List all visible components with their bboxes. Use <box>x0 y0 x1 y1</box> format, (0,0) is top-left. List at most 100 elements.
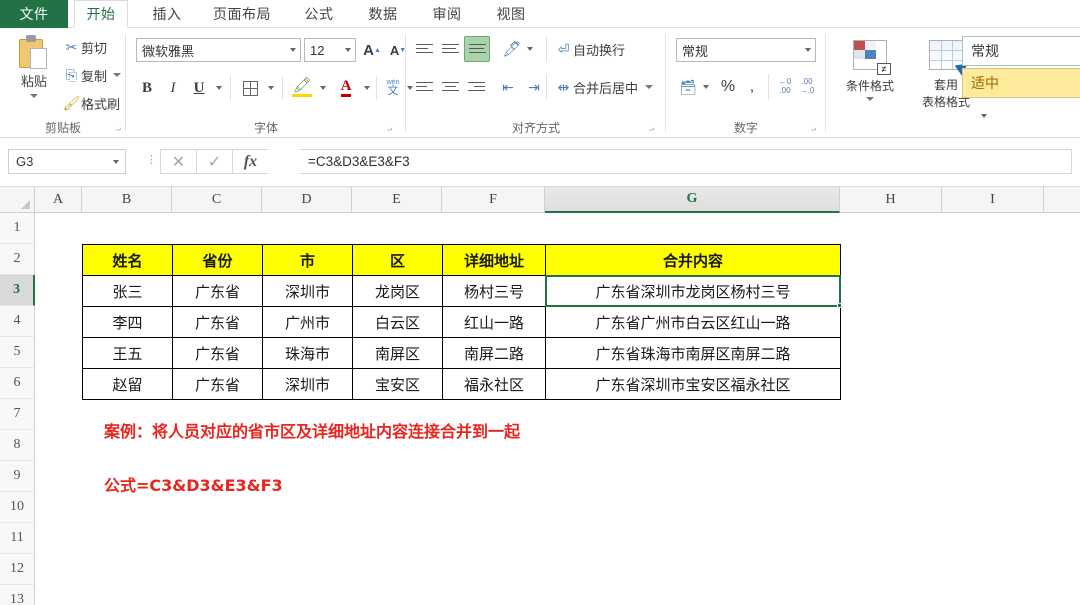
cell-E3[interactable]: 龙岗区 <box>352 275 443 307</box>
underline-button[interactable]: U <box>188 76 210 100</box>
tab-home[interactable]: 开始 <box>74 0 128 28</box>
cell-E5[interactable]: 南屏区 <box>352 337 443 369</box>
tab-data[interactable]: 数据 <box>356 0 410 28</box>
table-header-cell[interactable]: 区 <box>352 244 443 276</box>
row-header-2[interactable]: 2 <box>0 244 35 275</box>
bold-button[interactable]: B <box>136 76 158 100</box>
underline-dropdown-icon[interactable] <box>212 76 226 100</box>
col-header-H[interactable]: H <box>840 187 942 213</box>
cell-B6[interactable]: 赵留 <box>82 368 173 400</box>
cell-D3[interactable]: 深圳市 <box>262 275 353 307</box>
cell-style-normal[interactable]: 常规 <box>962 36 1080 66</box>
cell-F6[interactable]: 福永社区 <box>442 368 546 400</box>
align-center-button[interactable] <box>438 76 462 98</box>
paste-dropdown-arrow-icon[interactable] <box>30 94 38 98</box>
format-as-table-dropdown-icon[interactable] <box>978 106 990 126</box>
font-name-dropdown-icon[interactable] <box>286 48 300 52</box>
name-box[interactable]: G3 <box>8 149 126 174</box>
select-all-button[interactable] <box>0 187 35 213</box>
table-header-cell[interactable]: 省份 <box>172 244 263 276</box>
insert-function-button[interactable]: fx <box>232 149 268 174</box>
decrease-decimal-button[interactable]: .00 →.0 <box>796 74 818 100</box>
row-header-4[interactable]: 4 <box>0 306 35 337</box>
align-top-button[interactable] <box>412 38 436 60</box>
clipboard-dialog-launcher[interactable] <box>112 125 121 134</box>
fill-color-button[interactable]: 🖍 <box>290 76 314 100</box>
table-header-cell[interactable]: 合并内容 <box>545 244 841 276</box>
cell-B5[interactable]: 王五 <box>82 337 173 369</box>
row-header-3[interactable]: 3 <box>0 275 35 306</box>
row-header-12[interactable]: 12 <box>0 554 35 585</box>
conditional-formatting-dropdown-arrow-icon[interactable] <box>866 97 874 101</box>
cell-F4[interactable]: 红山一路 <box>442 306 546 338</box>
number-format-select[interactable]: 常规 <box>676 38 816 62</box>
row-header-5[interactable]: 5 <box>0 337 35 368</box>
col-header-A[interactable]: A <box>35 187 82 213</box>
col-header-D[interactable]: D <box>262 187 352 213</box>
cell-style-neutral[interactable]: 适中 <box>962 68 1080 98</box>
cell-G3[interactable]: 广东省深圳市龙岗区杨村三号 <box>545 275 841 307</box>
wrap-text-button[interactable]: ⏎ 自动换行 <box>554 38 625 60</box>
align-left-button[interactable] <box>412 76 436 98</box>
font-dialog-launcher[interactable] <box>383 125 392 134</box>
increase-indent-button[interactable]: ⇥ <box>522 76 546 98</box>
cell-E4[interactable]: 白云区 <box>352 306 443 338</box>
borders-dropdown-icon[interactable] <box>264 76 278 100</box>
font-color-button[interactable]: A <box>334 76 358 100</box>
decrease-indent-button[interactable]: ⇤ <box>496 76 520 98</box>
alignment-dialog-launcher[interactable] <box>645 125 654 134</box>
tab-view[interactable]: 视图 <box>484 0 538 28</box>
col-header-F[interactable]: F <box>442 187 545 213</box>
percent-style-button[interactable]: % <box>718 76 738 98</box>
accounting-format-button[interactable]: 🗃 <box>676 76 700 98</box>
cell-E6[interactable]: 宝安区 <box>352 368 443 400</box>
table-header-cell[interactable]: 姓名 <box>82 244 173 276</box>
row-header-13[interactable]: 13 <box>0 585 35 605</box>
orientation-dropdown-icon[interactable] <box>524 38 536 60</box>
grow-font-button[interactable]: A ▲ <box>360 38 384 62</box>
cell-C6[interactable]: 广东省 <box>172 368 263 400</box>
col-header-I[interactable]: I <box>942 187 1044 213</box>
cell-F5[interactable]: 南屏二路 <box>442 337 546 369</box>
number-dialog-launcher[interactable] <box>807 125 816 134</box>
cell-G5[interactable]: 广东省珠海市南屏区南屏二路 <box>545 337 841 369</box>
row-header-6[interactable]: 6 <box>0 368 35 399</box>
cell-C4[interactable]: 广东省 <box>172 306 263 338</box>
comma-style-button[interactable]: , <box>742 76 762 98</box>
row-header-11[interactable]: 11 <box>0 523 35 554</box>
confirm-formula-button[interactable]: ✓ <box>196 149 232 174</box>
increase-decimal-button[interactable]: ←0.00 <box>774 74 796 100</box>
accounting-dropdown-icon[interactable] <box>700 76 712 98</box>
conditional-formatting-button[interactable]: ≠ 条件格式 <box>834 36 906 126</box>
paste-button[interactable]: 粘贴 <box>8 32 60 116</box>
col-header-G[interactable]: G <box>545 187 840 213</box>
cell-D5[interactable]: 珠海市 <box>262 337 353 369</box>
align-right-button[interactable] <box>464 76 488 98</box>
align-middle-button[interactable] <box>438 38 462 60</box>
borders-button[interactable] <box>238 76 262 100</box>
font-name-input[interactable]: 微软雅黑 <box>136 38 301 62</box>
orientation-button[interactable]: 🖊 <box>500 38 524 60</box>
font-color-dropdown-icon[interactable] <box>360 76 374 100</box>
align-bottom-button[interactable] <box>464 36 490 62</box>
fill-color-dropdown-icon[interactable] <box>316 76 330 100</box>
merge-center-button[interactable]: ⇹ 合并后居中 <box>554 76 654 98</box>
cell-G6[interactable]: 广东省深圳市宝安区福永社区 <box>545 368 841 400</box>
cell-D6[interactable]: 深圳市 <box>262 368 353 400</box>
cancel-formula-button[interactable]: ✕ <box>160 149 196 174</box>
formula-input[interactable]: =C3&D3&E3&F3 <box>300 149 1072 174</box>
cell-B3[interactable]: 张三 <box>82 275 173 307</box>
cell-G4[interactable]: 广东省广州市白云区红山一路 <box>545 306 841 338</box>
merge-center-dropdown-arrow-icon[interactable] <box>645 85 654 89</box>
copy-button[interactable]: ⎘ 复制 <box>62 64 122 86</box>
row-header-8[interactable]: 8 <box>0 430 35 461</box>
cell-C3[interactable]: 广东省 <box>172 275 263 307</box>
cell-C5[interactable]: 广东省 <box>172 337 263 369</box>
cut-button[interactable]: ✂ 剪切 <box>62 36 107 58</box>
italic-button[interactable]: I <box>162 76 184 100</box>
copy-dropdown-arrow-icon[interactable] <box>113 73 122 77</box>
row-header-9[interactable]: 9 <box>0 461 35 492</box>
format-painter-button[interactable]: 🖌 格式刷 <box>62 92 120 114</box>
cell-D4[interactable]: 广州市 <box>262 306 353 338</box>
tab-review[interactable]: 审阅 <box>420 0 474 28</box>
